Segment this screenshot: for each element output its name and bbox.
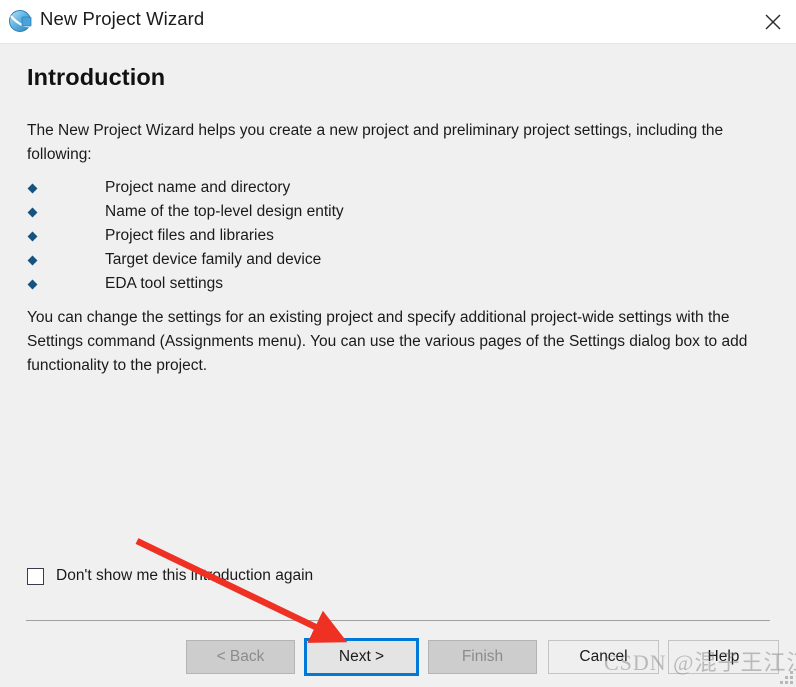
dialog-button-row: < Back Next > Finish Cancel Help: [0, 638, 796, 676]
list-item-label: Target device family and device: [105, 251, 322, 268]
cancel-button-label: Cancel: [579, 648, 628, 665]
list-item: EDA tool settings: [27, 272, 627, 296]
list-item-label: Project files and libraries: [105, 227, 274, 244]
title-bar: New Project Wizard: [0, 0, 796, 43]
intro-paragraph: The New Project Wizard helps you create …: [27, 122, 724, 163]
diamond-bullet-icon: [27, 207, 38, 218]
diamond-bullet-icon: [27, 255, 38, 266]
finish-button-label: Finish: [461, 648, 504, 665]
list-item: Name of the top-level design entity: [27, 200, 627, 224]
dialog-content: Introduction The New Project Wizard help…: [0, 44, 796, 687]
back-button-label: < Back: [216, 648, 265, 665]
list-item: Target device family and device: [27, 248, 627, 272]
close-icon[interactable]: [750, 0, 796, 43]
list-item-label: Project name and directory: [105, 179, 291, 196]
list-item: Project name and directory: [27, 176, 627, 200]
next-button[interactable]: Next >: [304, 638, 419, 676]
finish-button[interactable]: Finish: [428, 640, 537, 674]
footer-divider: [26, 620, 770, 621]
list-item-label: Name of the top-level design entity: [105, 203, 344, 220]
cancel-button[interactable]: Cancel: [548, 640, 659, 674]
settings-paragraph: You can change the settings for an exist…: [27, 309, 748, 374]
help-button-label: Help: [707, 648, 740, 665]
dont-show-introduction-checkbox-row[interactable]: Don't show me this introduction again: [27, 567, 313, 585]
feature-bullet-list: Project name and directory Name of the t…: [27, 176, 627, 296]
list-item: Project files and libraries: [27, 224, 627, 248]
window-title: New Project Wizard: [40, 8, 205, 29]
diamond-bullet-icon: [27, 279, 38, 290]
dont-show-introduction-checkbox[interactable]: [27, 567, 44, 585]
back-button[interactable]: < Back: [186, 640, 295, 674]
next-button-label: Next >: [338, 648, 385, 665]
diamond-bullet-icon: [27, 183, 38, 194]
page-title: Introduction: [27, 64, 166, 90]
help-button[interactable]: Help: [668, 640, 779, 674]
dont-show-introduction-label: Don't show me this introduction again: [56, 567, 314, 584]
resize-grip[interactable]: [779, 670, 793, 684]
list-item-label: EDA tool settings: [105, 275, 224, 292]
diamond-bullet-icon: [27, 231, 38, 242]
quartus-sphere-icon: [7, 7, 35, 35]
